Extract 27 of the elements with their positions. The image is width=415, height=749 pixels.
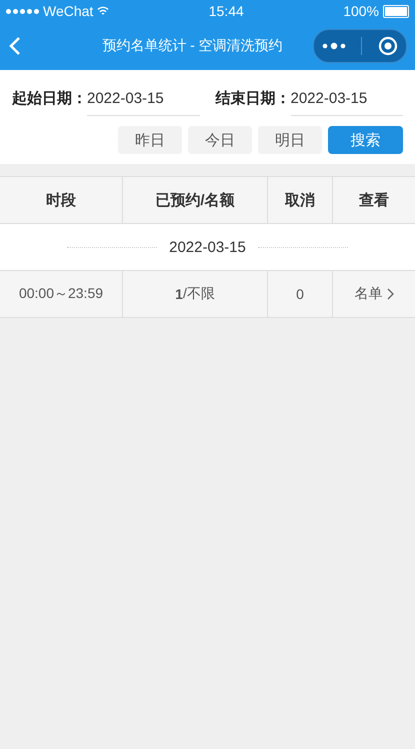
- page-title: 预约名单统计 - 空调清洗预约: [101, 37, 284, 55]
- group-date: 2022-03-15: [169, 238, 246, 256]
- back-icon[interactable]: [8, 36, 22, 56]
- column-header: 已预约/名额: [122, 177, 267, 223]
- table-cell: 0: [267, 271, 332, 317]
- carrier-name: WeChat: [43, 3, 94, 19]
- date-field[interactable]: 2022-03-15: [290, 80, 403, 116]
- battery-percent: 100%: [343, 3, 379, 19]
- search-button[interactable]: 搜索: [328, 126, 403, 154]
- date-label: 结束日期：: [216, 88, 290, 108]
- day-button[interactable]: 今日: [188, 126, 252, 154]
- wifi-icon: [97, 6, 110, 16]
- day-button[interactable]: 明日: [258, 126, 322, 154]
- column-header: 取消: [267, 177, 332, 223]
- signal-icon: [6, 8, 39, 14]
- column-header: 查看: [332, 177, 415, 223]
- date-label: 起始日期：: [12, 88, 87, 108]
- more-icon[interactable]: [322, 42, 346, 50]
- table-cell-text: 00:00～23:59: [18, 284, 104, 303]
- table-cell: 1/不限: [122, 271, 267, 317]
- battery-icon: [383, 4, 409, 18]
- column-header: 时段: [45, 190, 77, 210]
- clock-time: 15:44: [208, 3, 244, 19]
- list-link[interactable]: 名单: [332, 271, 415, 317]
- day-button[interactable]: 昨日: [118, 126, 182, 154]
- chevron-icon: [386, 288, 394, 300]
- date-field[interactable]: 2022-03-15: [87, 80, 200, 116]
